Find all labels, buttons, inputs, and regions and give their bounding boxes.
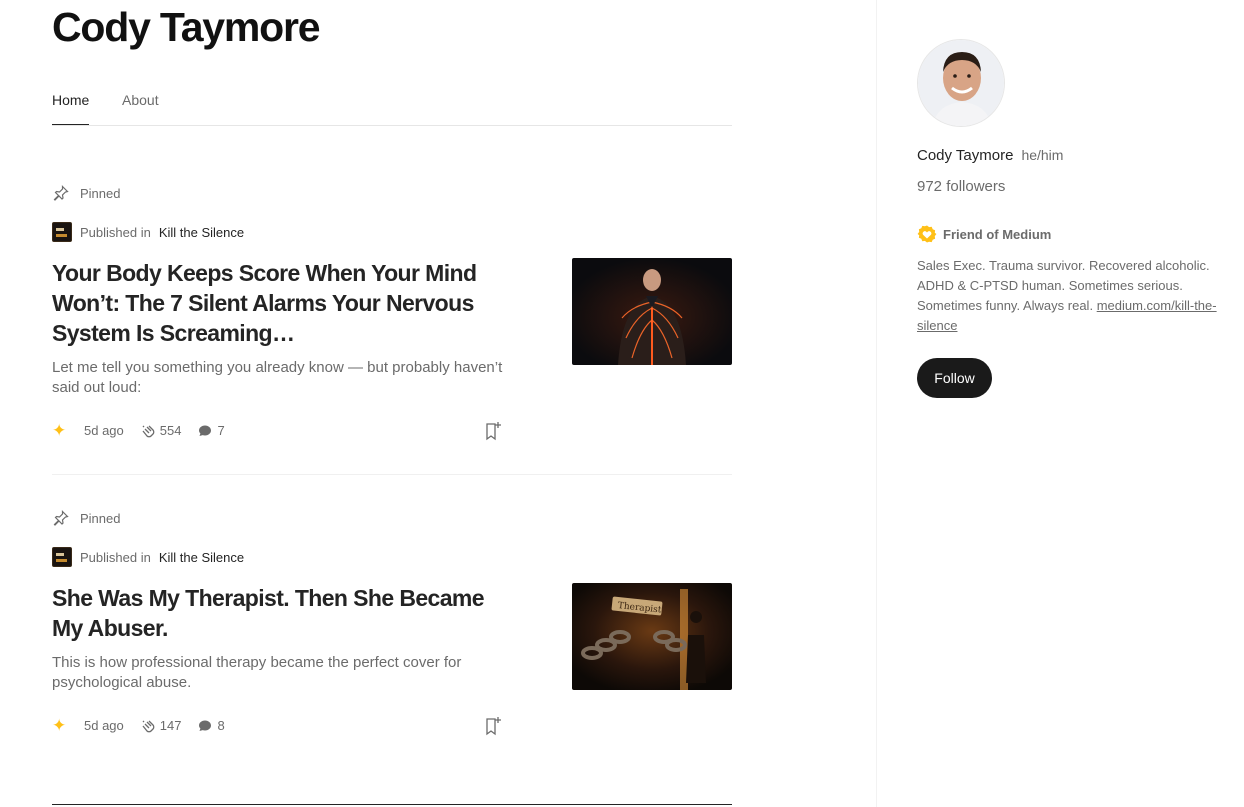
post-subtitle[interactable]: This is how professional therapy became …	[52, 653, 512, 693]
profile-photo-icon	[918, 40, 1004, 126]
post-date: 5d ago	[84, 423, 124, 438]
broken-chains-illustration-icon: Therapist	[572, 583, 732, 690]
clap-icon	[142, 720, 155, 732]
profile-name: Cody Taymore	[917, 147, 1014, 164]
post-card[interactable]: Pinned Published in Kill the Silence You…	[52, 180, 732, 475]
tab-home[interactable]: Home	[52, 92, 90, 125]
publication-link[interactable]: Kill the Silence	[159, 225, 244, 240]
tab-about[interactable]: About	[122, 92, 159, 124]
post-date: 5d ago	[84, 718, 124, 733]
page-title: Cody Taymore	[52, 4, 321, 50]
pin-icon	[53, 510, 69, 526]
publication-link[interactable]: Kill the Silence	[159, 550, 244, 565]
membership-label: Friend of Medium	[943, 226, 1052, 242]
member-only-sparkle-icon: ✦	[52, 716, 67, 735]
profile-sidebar: Cody Taymore he/him 972 followers Friend…	[876, 0, 1244, 807]
followers-count[interactable]: 972 followers	[917, 178, 1005, 195]
published-in-label: Published in	[80, 224, 151, 240]
publication-logo-icon[interactable]	[52, 547, 72, 567]
profile-tabs: Home About	[52, 92, 732, 126]
publication-row: Published in Kill the Silence	[52, 547, 244, 567]
post-title[interactable]: She Was My Therapist. Then She Became My…	[52, 583, 502, 643]
profile-name-row: Cody Taymore he/him	[917, 147, 1063, 164]
response-count[interactable]: 7	[217, 423, 224, 438]
response-icon	[199, 720, 212, 731]
post-card[interactable]: Pinned Published in Kill the Silence She…	[52, 505, 732, 805]
bookmark-add-icon[interactable]	[482, 420, 504, 442]
clap-count[interactable]: 554	[160, 423, 182, 438]
post-meta: ✦ 5d ago 147 8	[52, 717, 225, 734]
post-thumbnail[interactable]	[572, 258, 732, 365]
pin-icon	[53, 185, 69, 201]
published-in-label: Published in	[80, 549, 151, 565]
friend-of-medium-badge-icon	[917, 225, 937, 243]
pronouns: he/him	[1021, 147, 1064, 163]
follow-button[interactable]: Follow	[917, 358, 992, 398]
publication-logo-icon[interactable]	[52, 222, 72, 242]
response-icon	[199, 425, 212, 436]
response-count[interactable]: 8	[217, 718, 224, 733]
pinned-indicator: Pinned	[52, 184, 120, 202]
post-title[interactable]: Your Body Keeps Score When Your Mind Won…	[52, 258, 502, 348]
clap-count[interactable]: 147	[160, 718, 182, 733]
avatar[interactable]	[917, 39, 1005, 127]
pinned-label: Pinned	[80, 510, 121, 526]
pinned-label: Pinned	[80, 185, 121, 201]
pinned-indicator: Pinned	[52, 509, 120, 527]
post-thumbnail[interactable]: Therapist	[572, 583, 732, 690]
post-meta: ✦ 5d ago 554 7	[52, 422, 225, 439]
post-subtitle[interactable]: Let me tell you something you already kn…	[52, 358, 512, 398]
member-only-sparkle-icon: ✦	[52, 421, 67, 440]
publication-row: Published in Kill the Silence	[52, 222, 244, 242]
bookmark-add-icon[interactable]	[482, 715, 504, 737]
membership-badge[interactable]: Friend of Medium	[917, 224, 1051, 244]
nervous-system-illustration-icon	[572, 258, 732, 365]
clap-icon	[142, 425, 155, 437]
profile-bio: Sales Exec. Trauma survivor. Recovered a…	[917, 256, 1217, 336]
